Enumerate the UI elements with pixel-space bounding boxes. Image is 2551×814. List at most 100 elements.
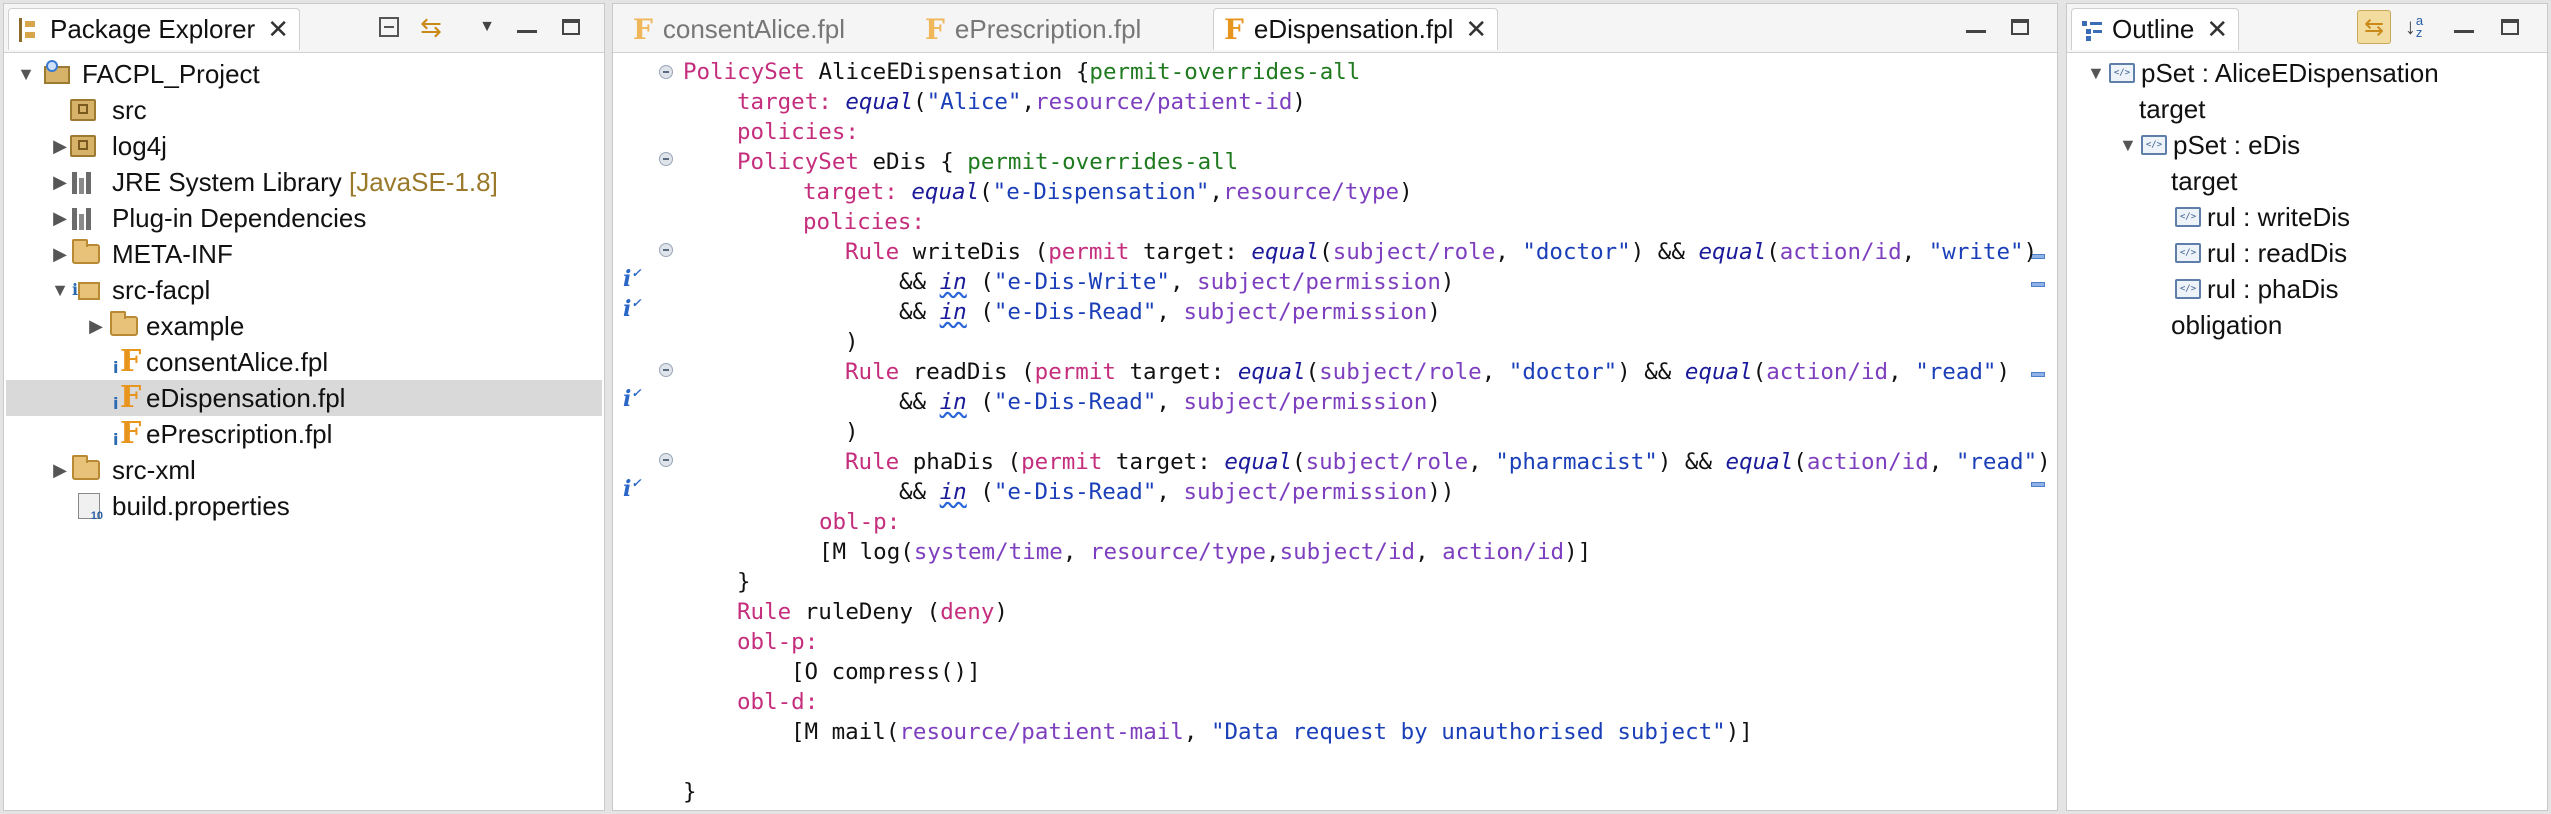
tree-item-example[interactable]: ▶ example [6, 308, 602, 344]
info-marker-icon[interactable]: i✓ [623, 296, 641, 322]
code-text: , [1495, 239, 1523, 265]
expand-right-icon[interactable]: ▶ [50, 460, 70, 480]
outline-item-target[interactable]: target [2171, 163, 2238, 199]
library-icon [72, 170, 96, 194]
code-line: [M log(system/time, resource/type,subjec… [819, 537, 1591, 567]
fpl-file-icon: iF [113, 416, 142, 451]
library-version: [JavaSE-1.8] [348, 166, 498, 197]
tree-item-eprescription-fpl[interactable]: iF ePrescription.fpl [6, 416, 602, 452]
keyword: Rule [845, 449, 900, 475]
keyword: obl-d: [737, 689, 819, 715]
outline-item-rule[interactable]: </> rul : phaDis [2175, 271, 2339, 307]
function-name: in [939, 269, 967, 295]
expand-down-icon[interactable]: ▼ [50, 280, 70, 300]
keyword: Rule [845, 239, 900, 265]
tree-item-edispensation-fpl[interactable]: iF eDispensation.fpl [6, 380, 602, 416]
minimize-icon[interactable] [1961, 12, 1991, 42]
expand-down-icon[interactable]: ▼ [2087, 63, 2109, 84]
expand-down-icon[interactable]: ▼ [2119, 135, 2141, 156]
close-icon[interactable]: ✕ [2206, 14, 2228, 45]
tree-item-build-properties[interactable]: build.properties [6, 488, 602, 524]
tree-item-meta-inf[interactable]: ▶ META-INF [6, 236, 602, 272]
rule-icon: </> [2175, 279, 2201, 299]
fold-toggle-icon[interactable] [659, 243, 673, 257]
fold-toggle-icon[interactable] [659, 363, 673, 377]
code-text: AliceEDispensation { [804, 59, 1090, 85]
code-line: Rule writeDis (permit target: equal(subj… [845, 237, 2037, 267]
combining-algorithm: permit-overrides-all [1089, 59, 1361, 85]
minimize-icon[interactable] [512, 12, 542, 42]
code-line: Rule phaDis (permit target: equal(subjec… [845, 447, 2051, 477]
tree-item-facpl-project[interactable]: ▼ FACPL_Project [6, 56, 602, 92]
string-literal: "e-Dis-Write" [993, 269, 1170, 295]
info-marker-icon[interactable]: i✓ [623, 266, 641, 292]
fold-toggle-icon[interactable] [659, 453, 673, 467]
tab-label: ePrescription.fpl [954, 13, 1142, 44]
tree-item-jre-system-library[interactable]: ▶ JRE System Library [JavaSE-1.8] [6, 164, 602, 200]
keyword: obl-p: [819, 509, 901, 535]
code-line: PolicySet eDis { permit-overrides-all [737, 147, 1238, 177]
close-icon[interactable]: ✕ [267, 14, 289, 45]
code-text: , [1266, 539, 1280, 565]
tree-item-log4j[interactable]: ▶ log4j [6, 128, 602, 164]
view-menu-icon[interactable]: ▼ [472, 12, 502, 42]
outline-item-policyset[interactable]: ▼ </> pSet : AliceEDispensation [2087, 55, 2439, 91]
tree-item-label: example [146, 310, 245, 341]
outline-item-obligation[interactable]: obligation [2171, 307, 2282, 343]
maximize-icon[interactable] [556, 12, 586, 42]
outline-title: Outline [2112, 14, 2195, 44]
minimize-icon[interactable] [2449, 12, 2479, 42]
code-text: , [1156, 389, 1184, 415]
code-text: ( [1793, 449, 1807, 475]
tree-item-consentalice-fpl[interactable]: iF consentAlice.fpl [6, 344, 602, 380]
outline-tab[interactable]: Outline ✕ [2071, 8, 2240, 50]
expand-right-icon[interactable]: ▶ [50, 244, 70, 264]
code-editor[interactable]: i✓ i✓ i✓ i✓ PolicySet AliceEDispensation… [613, 54, 2057, 810]
outline-item-target[interactable]: target [2139, 91, 2206, 127]
tab-eprescription-fpl[interactable]: F ePrescription.fpl [915, 8, 1151, 50]
link-with-editor-icon[interactable]: ⇆ [416, 12, 446, 42]
tab-edispensation-fpl[interactable]: F eDispensation.fpl ✕ [1213, 8, 1499, 50]
tree-item-label: eDispensation.fpl [146, 382, 346, 413]
expand-right-icon[interactable]: ▶ [50, 172, 70, 192]
overview-ruler-mark[interactable] [2031, 372, 2045, 377]
overview-ruler-mark[interactable] [2031, 482, 2045, 487]
expand-down-icon[interactable]: ▼ [16, 64, 36, 84]
fold-toggle-icon[interactable] [659, 152, 673, 166]
tree-item-src-xml[interactable]: ▶ src-xml [6, 452, 602, 488]
code-text: ) [1427, 389, 1441, 415]
keyword: policies: [803, 209, 925, 235]
package-explorer-tab[interactable]: Package Explorer ✕ [8, 8, 301, 50]
close-icon[interactable]: ✕ [1465, 14, 1487, 45]
attribute-name: action/id [1806, 449, 1929, 475]
outline-item-policyset[interactable]: ▼ </> pSet : eDis [2119, 127, 2300, 163]
collapse-all-icon[interactable] [374, 12, 404, 42]
outline-item-rule[interactable]: </> rul : writeDis [2175, 199, 2350, 235]
info-marker-icon[interactable]: i✓ [623, 386, 641, 412]
tree-item-plugin-dependencies[interactable]: ▶ Plug-in Dependencies [6, 200, 602, 236]
tree-item-src-facpl[interactable]: ▼ i src-facpl [6, 272, 602, 308]
expand-right-icon[interactable]: ▶ [50, 208, 70, 228]
maximize-icon[interactable] [2495, 12, 2525, 42]
code-text: ) [1399, 179, 1413, 205]
tab-consentalice-fpl[interactable]: F consentAlice.fpl [623, 8, 855, 50]
fold-toggle-icon[interactable] [659, 65, 673, 79]
function-name: in [939, 389, 967, 415]
overview-ruler-mark[interactable] [2031, 282, 2045, 287]
outline-item-rule[interactable]: </> rul : readDis [2175, 235, 2347, 271]
code-line: && in ("e-Dis-Read", subject/permission) [899, 387, 1441, 417]
maximize-icon[interactable] [2005, 12, 2035, 42]
sort-alphabetically-icon[interactable]: ↓ a z [2397, 10, 2431, 44]
expand-right-icon[interactable]: ▶ [50, 136, 70, 156]
tree-item-src[interactable]: src [6, 92, 602, 128]
editor-tab-bar: F consentAlice.fpl F ePrescription.fpl F… [613, 4, 2057, 53]
expand-right-icon[interactable]: ▶ [86, 316, 106, 336]
tree-item-label: JRE System Library [JavaSE-1.8] [112, 167, 498, 198]
info-marker-icon[interactable]: i✓ [623, 476, 641, 502]
code-text: , [1415, 539, 1443, 565]
code-text: } [683, 779, 697, 805]
code-line: policies: [737, 117, 859, 147]
string-literal: "doctor" [1508, 359, 1618, 385]
link-with-editor-icon[interactable]: ⇆ [2357, 10, 2391, 44]
